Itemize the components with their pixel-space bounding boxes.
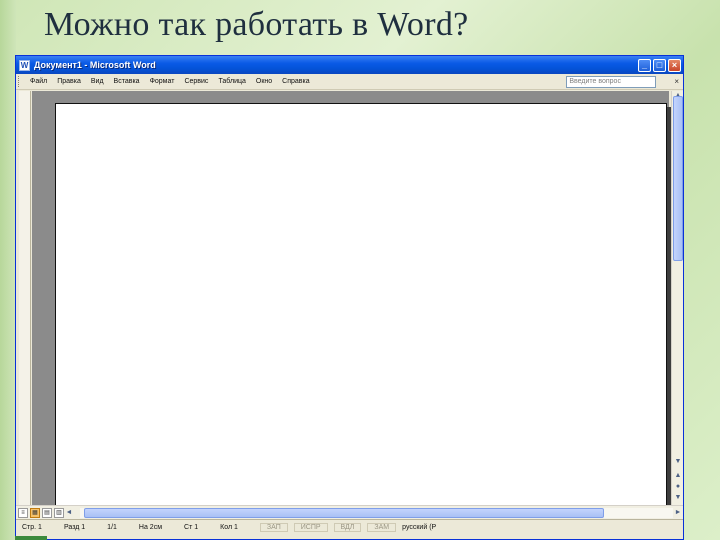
status-page: Стр. 1 <box>22 524 42 531</box>
vertical-scrollbar[interactable]: ▲ ▼ ▲ ● ▼ <box>671 91 683 505</box>
status-rec[interactable]: ЗАП <box>259 523 288 532</box>
minimize-icon[interactable]: _ <box>638 58 651 72</box>
status-ovr[interactable]: ЗАМ <box>367 523 397 532</box>
vertical-scroll-thumb[interactable] <box>673 96 683 261</box>
scroll-down-icon[interactable]: ▼ <box>672 457 683 467</box>
window-title: Документ1 - Microsoft Word <box>34 60 156 70</box>
word-app-icon[interactable]: W <box>19 59 30 71</box>
next-page-icon[interactable]: ▼ <box>672 493 683 503</box>
menu-tools[interactable]: Сервис <box>179 78 213 85</box>
select-browse-object-icon[interactable]: ● <box>672 482 683 492</box>
horizontal-scrollbar: ≡ ▦ ▤ ▥ ◄ ► <box>16 505 683 519</box>
outline-view-icon[interactable]: ▥ <box>54 507 64 518</box>
document-background <box>32 91 671 517</box>
status-trk[interactable]: ИСПР <box>293 523 328 532</box>
status-pages: 1/1 <box>107 524 117 531</box>
status-col: Кол 1 <box>220 524 238 531</box>
window-controls: _ □ × <box>638 58 683 72</box>
menu-format[interactable]: Формат <box>145 78 180 85</box>
title-bar[interactable]: W Документ1 - Microsoft Word _ □ × <box>16 56 683 74</box>
taskbar-edge <box>15 536 47 540</box>
menu-table[interactable]: Таблица <box>213 78 250 85</box>
menu-window[interactable]: Окно <box>251 78 277 85</box>
status-language[interactable]: русский (Р <box>402 524 436 531</box>
status-line: Ст 1 <box>184 524 199 531</box>
menu-insert[interactable]: Вставка <box>109 78 145 85</box>
document-close-icon[interactable]: × <box>674 77 679 86</box>
print-layout-view-icon[interactable]: ▤ <box>42 507 52 518</box>
horizontal-scroll-track[interactable] <box>80 507 673 518</box>
close-icon[interactable]: × <box>668 58 681 72</box>
web-layout-view-icon[interactable]: ▦ <box>30 507 40 518</box>
menu-grip-handle[interactable] <box>18 76 21 87</box>
status-section: Разд 1 <box>63 524 86 531</box>
document-page[interactable] <box>55 103 667 513</box>
menu-bar: Файл Правка Вид Вставка Формат Сервис Та… <box>16 74 683 90</box>
horizontal-scroll-thumb[interactable] <box>84 507 604 518</box>
status-ext[interactable]: ВДЛ <box>333 523 362 532</box>
status-at: На 2см <box>138 524 163 531</box>
word-window: W Документ1 - Microsoft Word _ □ × Файл … <box>15 55 684 540</box>
slide-left-stripe <box>0 0 16 540</box>
scroll-left-icon[interactable]: ◄ <box>64 509 74 516</box>
maximize-icon[interactable]: □ <box>653 58 666 72</box>
work-area: ▲ ▼ ▲ ● ▼ <box>16 91 683 517</box>
slide-title: Можно так работать в Word? <box>44 6 469 43</box>
menu-edit[interactable]: Правка <box>52 78 86 85</box>
previous-page-icon[interactable]: ▲ <box>672 471 683 481</box>
vertical-ruler <box>19 91 31 505</box>
menu-view[interactable]: Вид <box>86 78 109 85</box>
menu-file[interactable]: Файл <box>25 78 52 85</box>
status-bar: Стр. 1 Разд 1 1/1 На 2см Ст 1 Кол 1 ЗАП … <box>16 519 683 535</box>
scroll-right-icon[interactable]: ► <box>673 509 683 516</box>
menu-help[interactable]: Справка <box>277 78 314 85</box>
normal-view-icon[interactable]: ≡ <box>18 507 28 518</box>
help-question-input[interactable]: Введите вопрос <box>566 75 657 88</box>
